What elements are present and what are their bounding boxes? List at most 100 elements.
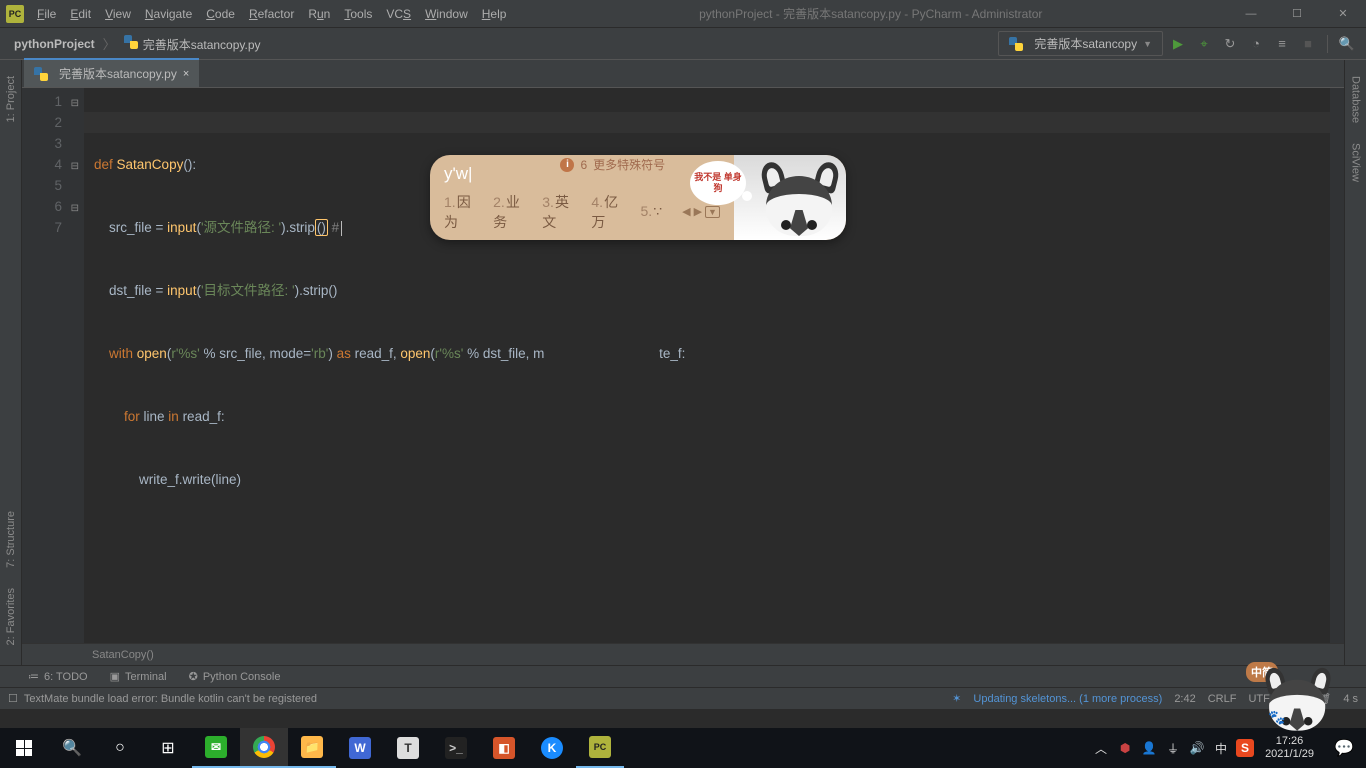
fold-icon[interactable]: ⊟ (71, 93, 79, 114)
editor-tab[interactable]: 完善版本satancopy.py × (24, 58, 199, 87)
taskbar-cmd[interactable]: >_ (432, 728, 480, 768)
python-console-icon: ✪ (189, 670, 198, 683)
husky-dog-icon (756, 160, 844, 240)
tab-label: 完善版本satancopy.py (59, 65, 177, 82)
title-bar: PC FFileile Edit View Navigate Code Refa… (0, 0, 1366, 28)
status-message: TextMate bundle load error: Bundle kotli… (24, 693, 317, 705)
search-everywhere-button[interactable]: 🔍 (1336, 33, 1358, 55)
ime-composition: y'w| (444, 164, 472, 184)
tray-network-icon[interactable]: ⏚ (1161, 728, 1185, 768)
taskbar-wps[interactable]: W (336, 728, 384, 768)
caret-position[interactable]: 2:42 (1174, 693, 1195, 705)
sidebar-favorites[interactable]: 2: Favorites (5, 578, 17, 655)
code-breadcrumb[interactable]: SatanCopy() (22, 643, 1344, 665)
start-button[interactable] (0, 728, 48, 768)
tray-volume-icon[interactable]: 🔊 (1185, 728, 1209, 768)
tray-app-icon[interactable]: ⬢ (1113, 728, 1137, 768)
ime-candidate[interactable]: 1.因为 (444, 192, 479, 232)
tray-ime-lang-icon[interactable]: 中 (1209, 728, 1233, 768)
tab-close-icon[interactable]: × (183, 68, 189, 80)
menu-code[interactable]: Code (199, 7, 242, 21)
menu-view[interactable]: View (98, 7, 138, 21)
action-center-button[interactable]: 💬 (1322, 738, 1366, 758)
coverage-button[interactable]: ↻ (1219, 33, 1241, 55)
sidebar-database[interactable]: Database (1350, 66, 1362, 133)
taskbar-text[interactable]: T (384, 728, 432, 768)
sidebar-structure[interactable]: 7: Structure (5, 501, 17, 578)
menu-vcs[interactable]: VCS (379, 7, 418, 21)
paw-icon: 🐾 (1268, 709, 1285, 726)
tray-sogou-icon[interactable]: S (1233, 728, 1257, 768)
sidebar-project[interactable]: 1: Project (5, 66, 17, 132)
breadcrumb-root[interactable]: pythonProject (10, 35, 99, 53)
window-title: pythonProject - 完善版本satancopy.py - PyCha… (513, 5, 1228, 22)
fold-end-icon[interactable]: ⊟ (71, 198, 79, 219)
todo-icon: ≔ (28, 670, 39, 683)
ime-candidate[interactable]: 2.业务 (493, 192, 528, 232)
menu-window[interactable]: Window (418, 7, 475, 21)
ime-next-icon[interactable]: ▶ (694, 205, 702, 218)
windows-taskbar: 🔍 ○ ⊞ ✉ 📁 W T >_ ◧ K PC ︿ ⬢ 👤 ⏚ 🔊 中 S 17… (0, 728, 1366, 768)
status-icon[interactable]: ☐ (8, 692, 18, 705)
stop-button[interactable]: ■ (1297, 33, 1319, 55)
ime-prev-icon[interactable]: ◀ (682, 205, 690, 218)
status-bar: ☐ TextMate bundle load error: Bundle kot… (0, 687, 1366, 709)
menu-edit[interactable]: Edit (63, 7, 98, 21)
line-gutter[interactable]: 1 2 3 4 5 6 7 ⊟ ⊟ ⊟ (22, 88, 84, 643)
ime-expand-icon[interactable]: ▼ (705, 206, 720, 218)
concurrency-button[interactable]: ≡ (1271, 33, 1293, 55)
chevron-down-icon: ▼ (1143, 39, 1152, 49)
breadcrumb-file[interactable]: 完善版本satancopy.py (120, 33, 265, 55)
toolwin-python-console[interactable]: ✪Python Console (189, 670, 281, 683)
left-tool-strip: 1: Project 7: Structure 2: Favorites (0, 60, 22, 665)
indent-info[interactable]: 4 s (1343, 693, 1358, 705)
ime-floating-mascot[interactable]: 中简 🐾 (1260, 658, 1338, 728)
menu-run[interactable]: Run (301, 7, 337, 21)
taskbar-wechat[interactable]: ✉ (192, 728, 240, 768)
ime-mascot: 我不是 单身狗 (734, 155, 846, 240)
taskbar-app1[interactable]: ◧ (480, 728, 528, 768)
run-config-selector[interactable]: 完善版本satancopy ▼ (998, 31, 1163, 56)
ime-candidate[interactable]: 3.英文 (542, 192, 577, 232)
ime-candidate[interactable]: 4.亿万 (591, 192, 626, 232)
cortana-button[interactable]: ○ (96, 728, 144, 768)
taskbar-pycharm[interactable]: PC (576, 728, 624, 768)
ime-popup: y'w| i 6更多特殊符号 1.因为 2.业务 3.英文 4.亿万 5.∵ ◀… (430, 155, 846, 240)
run-button[interactable]: ▶ (1167, 33, 1189, 55)
ime-candidate-list: 1.因为 2.业务 3.英文 4.亿万 5.∵ ◀ ▶ ▼ (444, 192, 720, 232)
taskbar-chrome[interactable] (240, 728, 288, 768)
navigation-bar: pythonProject 〉 完善版本satancopy.py 完善版本sat… (0, 28, 1366, 60)
menu-navigate[interactable]: Navigate (138, 7, 199, 21)
menu-tools[interactable]: Tools (337, 7, 379, 21)
minimize-button[interactable]: — (1228, 0, 1274, 28)
menu-help[interactable]: Help (475, 7, 514, 21)
task-view-button[interactable]: ⊞ (144, 728, 192, 768)
bg-tasks-link[interactable]: Updating skeletons... (1 more process) (973, 693, 1162, 705)
ime-candidate[interactable]: 5.∵ (641, 203, 663, 220)
taskbar-explorer[interactable]: 📁 (288, 728, 336, 768)
pycharm-logo-icon: PC (6, 5, 24, 23)
editor-scrollbar[interactable] (1330, 88, 1344, 643)
fold-icon[interactable]: ⊟ (71, 156, 79, 177)
close-button[interactable]: ✕ (1320, 0, 1366, 28)
python-file-icon (124, 35, 138, 49)
toolwin-terminal[interactable]: ▣Terminal (110, 670, 167, 683)
taskbar-kugou[interactable]: K (528, 728, 576, 768)
search-button[interactable]: 🔍 (48, 728, 96, 768)
menu-refactor[interactable]: Refactor (242, 7, 301, 21)
ime-hint[interactable]: i 6更多特殊符号 (560, 156, 665, 173)
toolwin-todo[interactable]: ≔6: TODO (28, 670, 88, 683)
maximize-button[interactable]: ☐ (1274, 0, 1320, 28)
current-line-highlight (84, 112, 1330, 133)
sidebar-sciview[interactable]: SciView (1350, 133, 1362, 192)
taskbar-clock[interactable]: 17:262021/1/29 (1257, 735, 1322, 761)
menu-file[interactable]: FFileile (30, 7, 63, 21)
tray-people-icon[interactable]: 👤 (1137, 728, 1161, 768)
debug-button[interactable]: ⌖ (1193, 33, 1215, 55)
profile-button[interactable]: ◔ (1245, 33, 1267, 55)
tray-overflow-icon[interactable]: ︿ (1089, 728, 1113, 768)
tool-window-bar: ≔6: TODO ▣Terminal ✪Python Console (0, 665, 1366, 687)
python-icon (1009, 37, 1023, 51)
text-cursor (341, 221, 342, 236)
line-ending[interactable]: CRLF (1208, 693, 1237, 705)
